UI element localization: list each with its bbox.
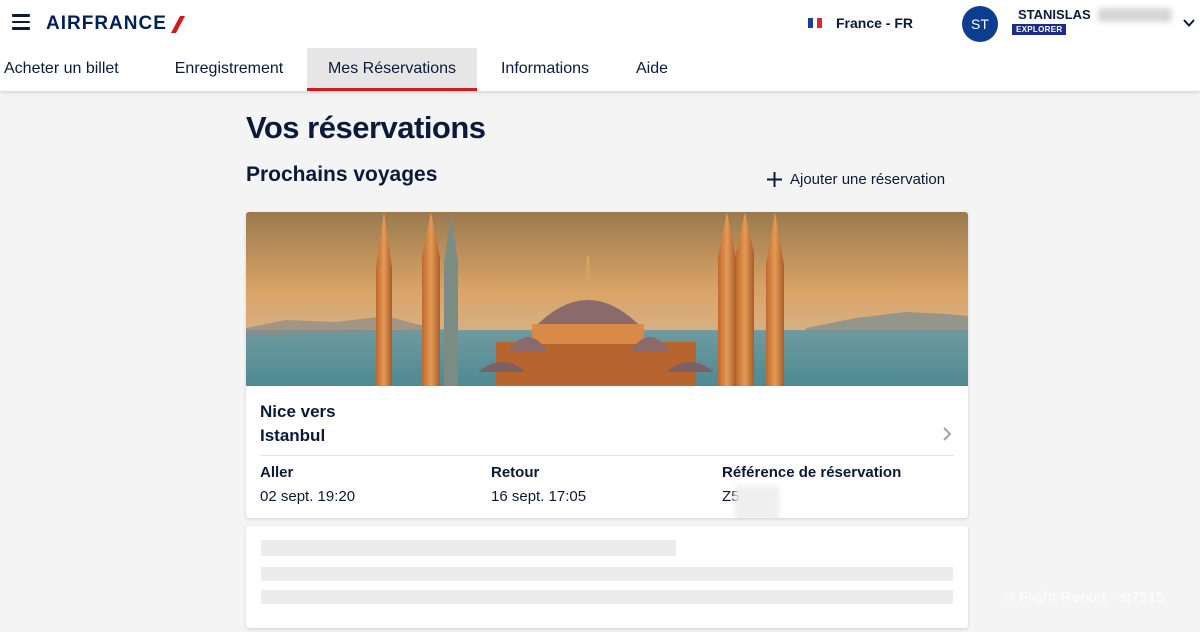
nav-item-mes-reservations[interactable]: Mes Réservations — [307, 48, 477, 91]
reference-label: Référence de réservation — [722, 464, 902, 481]
reference-column: Référence de réservation Z5 — [722, 464, 902, 518]
skeleton-line — [261, 540, 676, 556]
chevron-right-icon[interactable] — [942, 426, 952, 442]
card-divider — [260, 455, 954, 456]
user-first-name: STANISLAS — [1018, 7, 1091, 22]
hamburger-icon[interactable] — [12, 14, 30, 32]
watermark: © Flight-Report - st7515 — [1004, 589, 1165, 606]
logo-slash-icon — [170, 15, 185, 33]
nav-item-aide[interactable]: Aide — [630, 48, 674, 91]
return-label: Retour — [491, 464, 540, 481]
trip-destination: Istanbul — [260, 426, 326, 445]
trip-card[interactable]: Nice vers Istanbul Aller 02 sept. 19:20 … — [246, 212, 968, 518]
top-bar: AIRFRANCE France - FR ST STANISLAS EXPLO… — [0, 0, 1200, 48]
tier-badge: EXPLORER — [1012, 24, 1067, 35]
section-title: Prochains voyages — [246, 163, 438, 186]
nav-item-informations[interactable]: Informations — [494, 48, 596, 91]
chevron-down-icon[interactable] — [1182, 16, 1196, 30]
return-column: Retour 16 sept. 17:05 — [491, 464, 586, 505]
skeleton-line — [261, 590, 953, 604]
outbound-datetime: 02 sept. 19:20 — [260, 488, 356, 505]
add-reservation-link[interactable]: Ajouter une réservation — [766, 171, 945, 188]
return-datetime: 16 sept. 17:05 — [491, 488, 587, 505]
language-label: France - FR — [836, 15, 914, 31]
user-last-name-redacted — [1098, 8, 1172, 22]
destination-image — [246, 212, 968, 386]
france-flag-icon — [808, 18, 823, 28]
logo-wordmark: AIRFRANCE — [46, 13, 167, 34]
avatar[interactable]: ST — [962, 6, 998, 42]
trip-origin: Nice vers — [260, 402, 336, 421]
language-selector[interactable]: France - FR — [808, 15, 913, 31]
reference-redacted — [735, 486, 779, 518]
main-nav: Acheter un billet Enregistrement Mes Rés… — [0, 48, 1200, 91]
skeleton-line — [261, 567, 953, 581]
outbound-label: Aller — [260, 464, 294, 481]
nav-item-enregistrement[interactable]: Enregistrement — [168, 48, 290, 91]
loading-card — [246, 526, 968, 628]
page-title: Vos réservations — [246, 110, 486, 145]
outbound-column: Aller 02 sept. 19:20 — [260, 464, 355, 505]
add-reservation-label: Ajouter une réservation — [790, 171, 946, 188]
plus-icon — [767, 172, 782, 187]
air-france-logo[interactable]: AIRFRANCE — [46, 13, 185, 35]
nav-item-acheter-un-billet[interactable]: Acheter un billet — [4, 48, 132, 91]
